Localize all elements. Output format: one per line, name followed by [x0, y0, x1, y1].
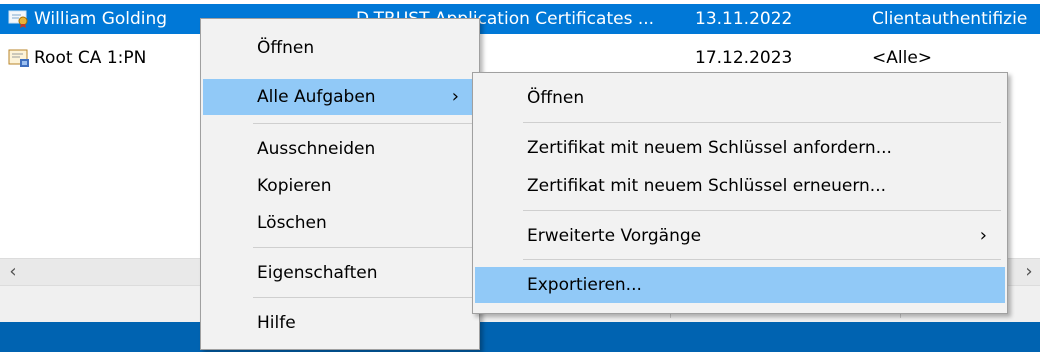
certificate-purpose: <Alle>	[872, 48, 933, 68]
menu-item-label: Kopieren	[257, 176, 332, 196]
menu-item-help[interactable]: Hilfe	[203, 305, 477, 341]
certificate-expiry-date: 13.11.2022	[695, 9, 793, 29]
menu-item-label: Hilfe	[257, 313, 296, 333]
menu-separator	[523, 210, 1001, 211]
menu-item-label: Zertifikat mit neuem Schlüssel erneuern.…	[527, 176, 887, 196]
certificate-name: William Golding	[34, 9, 168, 29]
all-tasks-submenu: Öffnen Zertifikat mit neuem Schlüssel an…	[472, 72, 1008, 314]
menu-separator	[253, 297, 473, 298]
submenu-item-advanced-operations[interactable]: Erweiterte Vorgänge ›	[475, 218, 1005, 254]
scroll-right-arrow-icon[interactable]: ›	[1018, 259, 1040, 285]
chevron-right-icon: ›	[979, 225, 987, 246]
menu-separator	[523, 259, 1001, 260]
menu-item-label: Alle Aufgaben	[257, 87, 376, 107]
certificate-purpose: Clientauthentifizie	[872, 9, 1028, 29]
submenu-item-request-new-key[interactable]: Zertifikat mit neuem Schlüssel anfordern…	[475, 130, 1005, 166]
menu-item-label: Löschen	[257, 213, 327, 233]
certificate-expiry-date: 17.12.2023	[695, 48, 793, 68]
certificate-row-root-ca[interactable]: Root CA 1:PN 17.12.2023 <Alle>	[0, 43, 1040, 73]
menu-item-label: Exportieren...	[527, 275, 642, 295]
menu-item-open[interactable]: Öffnen	[203, 30, 477, 66]
menu-item-label: Öffnen	[527, 88, 585, 108]
menu-item-label: Öffnen	[257, 38, 315, 58]
menu-item-cut[interactable]: Ausschneiden	[203, 131, 477, 167]
menu-item-all-tasks[interactable]: Alle Aufgaben ›	[203, 79, 477, 115]
menu-item-label: Zertifikat mit neuem Schlüssel anfordern…	[527, 138, 892, 158]
menu-item-delete[interactable]: Löschen	[203, 205, 477, 241]
context-menu: Öffnen Alle Aufgaben › Ausschneiden Kopi…	[200, 18, 480, 350]
submenu-item-open[interactable]: Öffnen	[475, 80, 1005, 116]
menu-item-properties[interactable]: Eigenschaften	[203, 255, 477, 291]
certificate-icon	[8, 49, 29, 67]
menu-separator	[253, 247, 473, 248]
menu-item-label: Erweiterte Vorgänge	[527, 226, 702, 246]
certificate-row-william-golding[interactable]: William Golding D-TRUST Application Cert…	[0, 4, 1040, 34]
menu-item-copy[interactable]: Kopieren	[203, 168, 477, 204]
certificate-name: Root CA 1:PN	[34, 48, 147, 68]
menu-separator	[253, 123, 473, 124]
certificate-ribbon-icon	[8, 10, 28, 28]
submenu-item-renew-new-key[interactable]: Zertifikat mit neuem Schlüssel erneuern.…	[475, 168, 1005, 204]
menu-item-label: Eigenschaften	[257, 263, 378, 283]
chevron-right-icon: ›	[451, 86, 459, 107]
scroll-left-arrow-icon[interactable]: ‹	[2, 259, 24, 285]
menu-separator	[523, 122, 1001, 123]
taskbar	[0, 322, 1040, 352]
submenu-item-export[interactable]: Exportieren...	[475, 267, 1005, 303]
menu-item-label: Ausschneiden	[257, 139, 376, 159]
